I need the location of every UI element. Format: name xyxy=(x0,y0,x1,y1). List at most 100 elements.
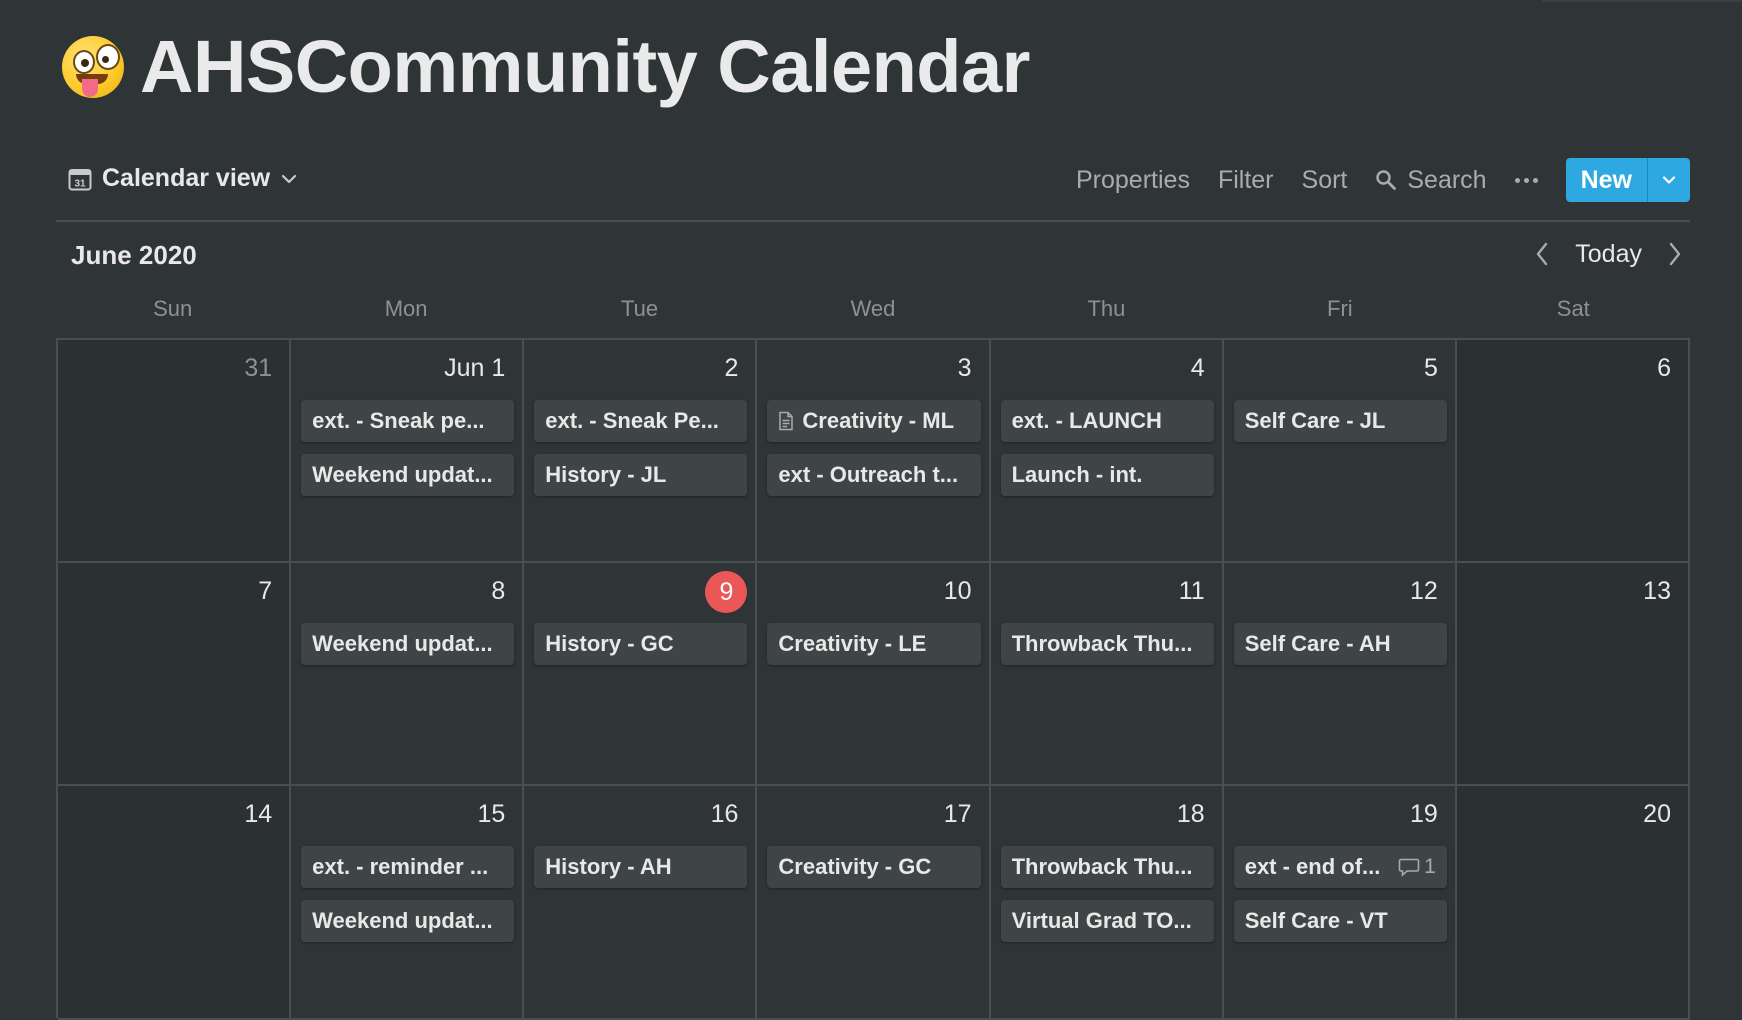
day-number: 5 xyxy=(1423,354,1438,382)
event-card[interactable]: Weekend updat... xyxy=(301,900,515,942)
new-button[interactable]: New xyxy=(1566,158,1647,202)
day-cell[interactable]: 13 xyxy=(1456,563,1690,786)
day-cell[interactable]: 31 xyxy=(58,340,292,563)
day-number: 11 xyxy=(1178,577,1205,605)
day-cell[interactable]: 20 xyxy=(1456,786,1690,1020)
event-list: Self Care - JL xyxy=(1233,400,1447,442)
event-title: History - AH xyxy=(545,854,672,879)
day-cell[interactable]: 17 Creativity - GC xyxy=(757,786,991,1020)
event-title: Self Care - AH xyxy=(1244,631,1391,656)
search-button[interactable]: Search xyxy=(1361,158,1500,202)
event-title: Self Care - JL xyxy=(1244,408,1386,433)
event-card[interactable]: Throwback Thu... xyxy=(1000,846,1214,888)
new-button-group: New xyxy=(1565,158,1690,202)
event-card[interactable]: ext. - reminder ... xyxy=(301,846,515,888)
month-label: June 2020 xyxy=(71,240,197,270)
day-cell[interactable]: 6 xyxy=(1456,340,1690,563)
event-title: Launch - int. xyxy=(1011,462,1143,487)
event-card[interactable]: Weekend updat... xyxy=(301,623,515,665)
event-card[interactable]: Self Care - AH xyxy=(1233,623,1447,665)
weekday-label: Fri xyxy=(1327,296,1353,321)
day-cell[interactable]: 12 Self Care - AH xyxy=(1223,563,1457,786)
top-edge-shadow xyxy=(1542,0,1742,2)
day-number: 7 xyxy=(258,577,273,605)
day-number: Jun 1 xyxy=(444,354,506,382)
event-title: Creativity - GC xyxy=(778,854,932,879)
previous-month-button[interactable] xyxy=(1531,236,1553,272)
chevron-down-icon xyxy=(282,174,297,183)
event-title: Virtual Grad TO... xyxy=(1011,908,1192,933)
day-cell[interactable]: 14 xyxy=(58,786,292,1020)
comment-count-value: 1 xyxy=(1424,855,1436,878)
event-card[interactable]: History - JL xyxy=(534,454,748,496)
event-title: Weekend updat... xyxy=(312,462,493,487)
more-options-button[interactable] xyxy=(1501,158,1552,202)
page-header: AHSCommunity Calendar xyxy=(62,30,1030,104)
event-card[interactable]: ext. - Sneak Pe... xyxy=(534,400,748,442)
ellipsis-icon xyxy=(1514,177,1538,183)
event-list: Creativity - ML ext - Outreach t... xyxy=(767,400,981,496)
event-card[interactable]: ext - end of... 1 xyxy=(1233,846,1447,888)
event-card[interactable]: ext - Outreach t... xyxy=(767,454,981,496)
chevron-left-icon xyxy=(1537,242,1548,266)
event-title: ext. - Sneak Pe... xyxy=(545,408,719,433)
event-title: ext. - reminder ... xyxy=(312,854,489,879)
comment-count: 1 xyxy=(1392,855,1436,879)
event-card[interactable]: Creativity - GC xyxy=(767,846,981,888)
event-card[interactable]: Self Care - VT xyxy=(1233,900,1447,942)
day-number: 10 xyxy=(943,577,972,605)
day-cell[interactable]: 8 Weekend updat... xyxy=(291,563,525,786)
day-cell[interactable]: 18 Throwback Thu... Virtual Grad TO... xyxy=(990,786,1224,1020)
calendar-grid: 31 Jun 1 ext. - Sneak pe... Weekend updat..… xyxy=(56,338,1690,1020)
view-switcher[interactable]: 31 Calendar view xyxy=(68,164,298,193)
day-number: 6 xyxy=(1657,354,1671,382)
event-card[interactable]: Virtual Grad TO... xyxy=(1000,900,1214,942)
event-card[interactable]: History - GC xyxy=(534,623,748,665)
day-number: 4 xyxy=(1190,354,1205,382)
filter-button[interactable]: Filter xyxy=(1204,158,1288,202)
svg-text:31: 31 xyxy=(74,178,86,189)
weekday-label: Tue xyxy=(621,296,659,321)
properties-button[interactable]: Properties xyxy=(1062,158,1204,202)
event-card[interactable]: Self Care - JL xyxy=(1233,400,1447,442)
event-card[interactable]: ext. - Sneak pe... xyxy=(301,400,515,442)
event-list: History - GC xyxy=(534,623,748,665)
day-cell[interactable]: Jun 1 ext. - Sneak pe... Weekend updat... xyxy=(291,340,525,563)
event-title: ext. - Sneak pe... xyxy=(312,408,485,433)
page-title[interactable]: AHSCommunity Calendar xyxy=(140,30,1030,104)
sort-button[interactable]: Sort xyxy=(1288,158,1362,202)
event-list: ext. - reminder ... Weekend updat... xyxy=(301,846,515,942)
day-cell[interactable]: 11 Throwback Thu... xyxy=(990,563,1224,786)
day-cell[interactable]: 16 History - AH xyxy=(524,786,758,1020)
day-number: 17 xyxy=(943,800,972,828)
today-button[interactable]: Today xyxy=(1575,240,1642,269)
day-cell[interactable]: 10 Creativity - LE xyxy=(757,563,991,786)
weekday-label: Wed xyxy=(850,296,896,321)
calendar-icon: 31 xyxy=(68,168,92,190)
event-card[interactable]: Creativity - ML xyxy=(767,400,981,442)
event-list: ext. - LAUNCH Launch - int. xyxy=(1000,400,1214,496)
zany-face-emoji-icon[interactable] xyxy=(62,36,124,98)
day-cell[interactable]: 15 ext. - reminder ... Weekend updat... xyxy=(291,786,525,1020)
event-card[interactable]: Throwback Thu... xyxy=(1000,623,1214,665)
search-label: Search xyxy=(1407,165,1487,194)
event-card[interactable]: Creativity - LE xyxy=(767,623,981,665)
event-card[interactable]: ext. - LAUNCH xyxy=(1000,400,1214,442)
event-card[interactable]: Weekend updat... xyxy=(301,454,515,496)
day-cell[interactable]: 19 ext - end of... 1 Self Care - VT xyxy=(1223,786,1457,1020)
day-cell[interactable]: 2 ext. - Sneak Pe... History - JL xyxy=(524,340,758,563)
event-card[interactable]: Launch - int. xyxy=(1000,454,1214,496)
event-title: Self Care - VT xyxy=(1244,908,1388,933)
chevron-right-icon xyxy=(1669,242,1681,266)
event-title: Creativity - LE xyxy=(778,631,927,656)
chevron-down-icon xyxy=(1662,176,1676,184)
day-cell[interactable]: 5 Self Care - JL xyxy=(1223,340,1457,563)
day-cell[interactable]: 7 xyxy=(58,563,292,786)
event-card[interactable]: History - AH xyxy=(534,846,748,888)
next-month-button[interactable] xyxy=(1664,236,1686,272)
view-label: Calendar view xyxy=(102,164,271,192)
day-cell[interactable]: 3 Creativity - ML ext - Outreach t... xyxy=(757,340,991,563)
new-options-button[interactable] xyxy=(1647,158,1690,202)
day-cell[interactable]: 9 History - GC xyxy=(524,563,758,786)
day-cell[interactable]: 4 ext. - LAUNCH Launch - int. xyxy=(990,340,1224,563)
